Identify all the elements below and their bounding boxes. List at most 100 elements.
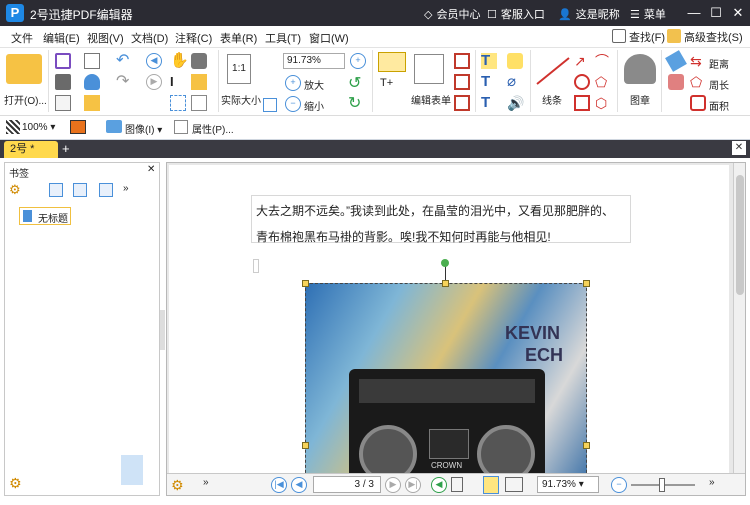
hand-tool-icon[interactable]: ✋ [170,53,189,69]
form-list-icon[interactable] [454,95,470,111]
back-icon[interactable]: ◀ [146,53,162,69]
forward-icon[interactable]: ▶ [146,74,162,90]
user-nickname[interactable]: 👤 这是昵称 [558,6,620,22]
fit-page-icon[interactable] [263,98,277,112]
add-bookmark-icon[interactable] [49,183,63,197]
polyline-tool-icon[interactable]: ⌒ [595,53,611,69]
email-icon[interactable] [84,53,100,69]
chevron-down-icon[interactable]: » [709,477,715,488]
zoom-status-combobox[interactable]: 91.73% ▾ [537,476,599,493]
member-center-link[interactable]: ◇ 会员中心 [424,6,480,22]
prev-page-icon[interactable]: ◀ [291,477,307,493]
resize-handle-nw[interactable] [302,280,309,287]
highlighter-icon[interactable] [668,74,684,90]
tab-document[interactable]: 2号 * [4,141,58,158]
line-tool-icon[interactable] [535,56,571,86]
menu-tools[interactable]: 工具(T) [265,30,301,46]
continuous-page-icon[interactable] [483,476,499,494]
text-block[interactable]: 大去之期不远矣。”我读到此处，在晶莹的泪光中，又看见那肥胖的、 青布棉袍黑布马褂… [251,195,631,244]
bookmark-item[interactable]: 无标题 [19,207,71,225]
open-folder-icon[interactable] [6,54,42,84]
zoom-out-icon[interactable]: − [285,96,301,112]
menu-file[interactable]: 文件 [11,30,33,46]
main-menu-button[interactable]: ☰ 菜单 [630,6,666,22]
gear-icon[interactable]: ⚙ [9,183,23,197]
save-icon[interactable] [55,53,71,69]
maximize-button[interactable]: ☐ [706,3,726,23]
attachment-icon[interactable]: ⌀ [507,74,523,90]
delete-bookmark-icon[interactable] [73,183,87,197]
resize-handle-n[interactable] [442,280,449,287]
rotate-ccw-icon[interactable]: ↺ [348,76,364,92]
cloud-shape-icon[interactable]: ⬡ [595,95,611,111]
chevron-down-icon[interactable]: » [203,477,209,488]
rotate-handle[interactable] [441,259,449,267]
zoom-in-label[interactable]: 放大 [304,77,324,92]
stamp-icon[interactable] [624,54,656,84]
highlight-text-icon[interactable]: T [481,53,497,69]
new-tab-icon[interactable]: + [62,141,70,156]
minimize-button[interactable]: — [684,3,704,23]
stamp-label[interactable]: 图章 [630,92,650,107]
opacity-combobox[interactable]: 100% ▾ [22,119,62,136]
new-doc-icon[interactable] [84,95,100,111]
open-label[interactable]: 打开(O)... [4,92,47,107]
distance-label[interactable]: 距离 [709,56,729,71]
close-panel-icon[interactable]: ✕ [147,164,155,175]
color-picker-icon[interactable] [70,120,86,134]
resize-handle-w[interactable] [302,442,309,449]
zoom-out-label[interactable]: 缩小 [304,98,324,113]
edit-form-label[interactable]: 编辑表单 [411,92,451,107]
arrow-tool-icon[interactable]: ↗ [574,53,590,69]
sound-icon[interactable]: 🔊 [507,95,524,111]
close-tab-icon[interactable]: ✕ [732,141,746,155]
actual-size-icon[interactable]: 1:1 [227,54,251,84]
last-page-icon[interactable]: ▶| [405,477,421,493]
edit-content-icon[interactable] [378,52,406,72]
back-view-icon[interactable]: ◀ [431,477,447,493]
zoom-in-icon[interactable]: + [285,75,301,91]
resize-handle-e[interactable] [583,442,590,449]
menu-document[interactable]: 文档(D) [131,30,168,46]
next-page-icon[interactable]: ▶ [385,477,401,493]
chevron-down-icon[interactable]: » [123,183,129,194]
line-label[interactable]: 线条 [542,92,562,107]
zoom-slider-thumb[interactable] [659,478,665,492]
note-icon[interactable] [507,53,523,69]
strikeout-text-icon[interactable]: T [481,95,497,111]
perimeter-icon[interactable]: ⬠ [690,74,706,90]
actual-size-label[interactable]: 实际大小 [221,92,261,107]
gear-icon[interactable]: ⚙ [9,475,25,491]
advanced-find-button[interactable]: 高级查找(S) [667,29,743,45]
zoom-out-icon[interactable]: − [611,477,627,493]
menu-view[interactable]: 视图(V) [87,30,124,46]
first-page-icon[interactable]: |◀ [271,477,287,493]
menu-window[interactable]: 窗口(W) [309,30,349,46]
form-checkbox-icon[interactable] [454,74,470,90]
edit-form-icon[interactable] [414,54,444,84]
find-button[interactable]: 查找(F) [612,29,665,45]
print-icon[interactable] [55,74,71,90]
scrollbar-thumb[interactable] [736,175,744,295]
redo-icon[interactable]: ↷ [116,74,132,90]
menu-edit[interactable]: 编辑(E) [43,30,80,46]
form-text-icon[interactable] [454,53,470,69]
export-icon[interactable] [55,95,71,111]
text-add-icon[interactable]: T+ [380,75,396,91]
area-icon[interactable] [690,95,706,111]
close-window-button[interactable]: ✕ [728,3,748,23]
gear-icon[interactable]: ⚙ [171,477,184,494]
resize-handle-ne[interactable] [583,280,590,287]
properties-button[interactable]: 属性(P)... [192,121,234,136]
perimeter-label[interactable]: 周长 [709,77,729,92]
ellipse-tool-icon[interactable] [574,74,590,90]
two-page-icon[interactable] [505,477,523,492]
single-page-icon[interactable] [451,477,463,492]
rotate-cw-icon[interactable]: ↻ [348,96,364,112]
page-number-input[interactable]: 3 / 3 [313,476,381,493]
vertical-scrollbar[interactable] [733,163,745,473]
distance-icon[interactable]: ⇆ [690,53,706,69]
select-area-icon[interactable] [170,95,186,111]
area-label[interactable]: 面积 [709,98,729,113]
menu-comment[interactable]: 注释(C) [175,30,212,46]
